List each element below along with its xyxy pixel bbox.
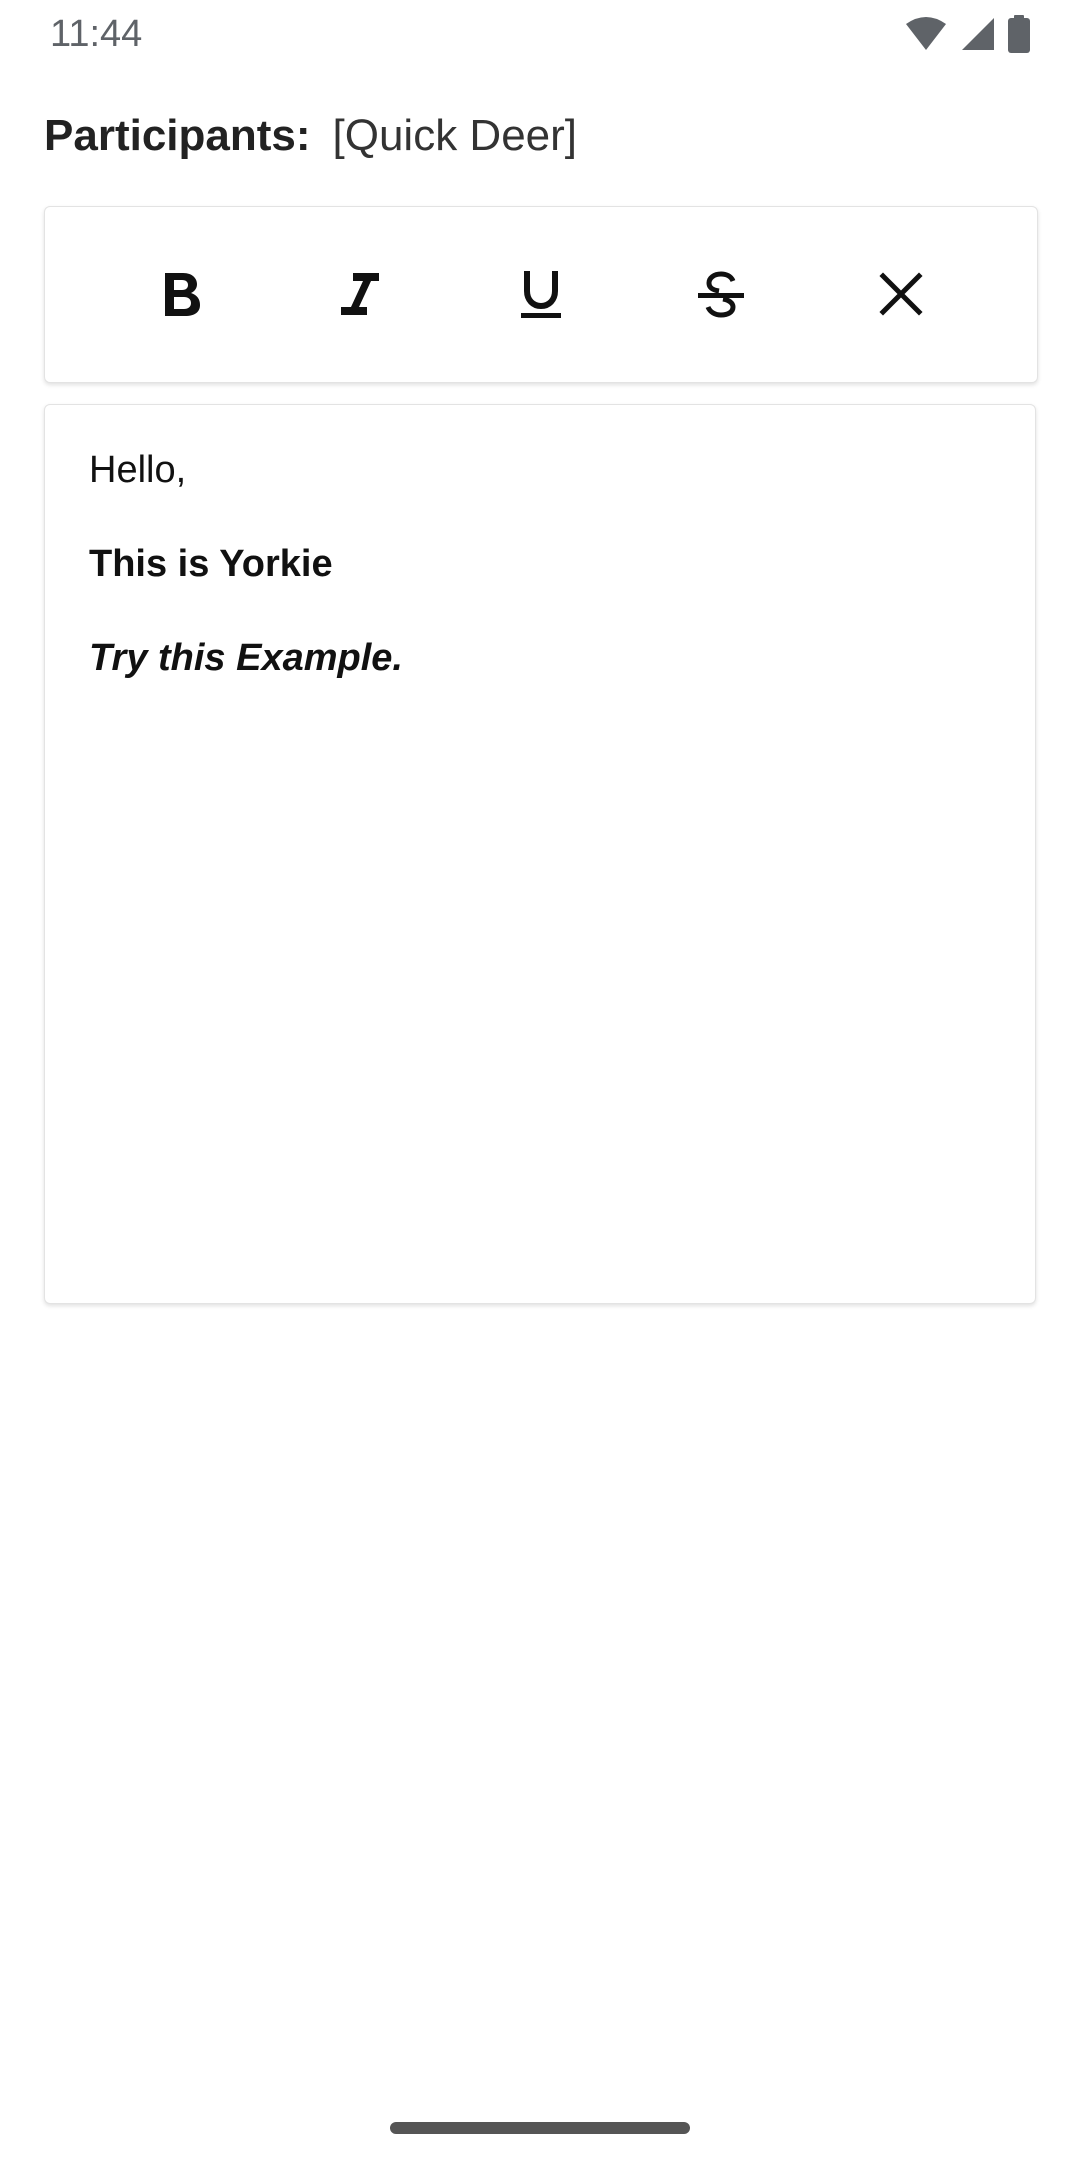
strikethrough-button[interactable] <box>671 244 771 344</box>
editor-line: Try this Example. <box>89 637 403 679</box>
battery-icon <box>1008 15 1030 53</box>
text-editor[interactable]: Hello, This is Yorkie Try this Example. <box>44 404 1036 1304</box>
strikethrough-icon <box>696 269 746 319</box>
bold-icon <box>159 269 203 319</box>
status-bar: 11:44 <box>0 0 1080 68</box>
participants-label: Participants: <box>44 111 311 160</box>
gesture-nav-handle[interactable] <box>390 2122 690 2134</box>
bold-button[interactable] <box>131 244 231 344</box>
underline-icon <box>519 267 563 321</box>
wifi-icon <box>904 16 948 52</box>
formatting-toolbar <box>44 206 1038 383</box>
cellular-signal-icon <box>960 16 996 52</box>
editor-line: This is Yorkie <box>89 543 333 585</box>
underline-button[interactable] <box>491 244 591 344</box>
close-icon <box>878 271 924 317</box>
status-icons <box>904 14 1030 54</box>
editor-line: Hello, <box>89 449 187 491</box>
participants-value: [Quick Deer] <box>332 111 578 160</box>
participants-row: Participants: [Quick Deer] <box>44 108 577 164</box>
italic-icon <box>339 269 383 319</box>
italic-button[interactable] <box>311 244 411 344</box>
clear-formatting-button[interactable] <box>851 244 951 344</box>
status-time: 11:44 <box>50 13 143 55</box>
